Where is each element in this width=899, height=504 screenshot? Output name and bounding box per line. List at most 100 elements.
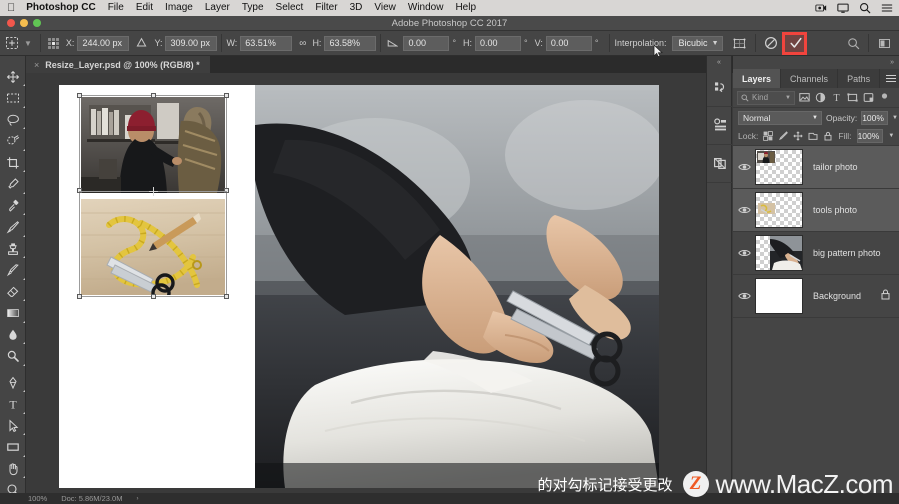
lock-image-pixels-icon[interactable] (778, 130, 789, 142)
filter-adjustment-layers-icon[interactable] (814, 91, 827, 105)
tab-layers[interactable]: Layers (733, 69, 782, 88)
menu-item-image[interactable]: Image (165, 0, 193, 16)
layer-thumbnail-tools[interactable] (755, 192, 803, 228)
lock-artboard-nesting-icon[interactable] (808, 130, 818, 142)
screen-record-icon[interactable] (815, 2, 827, 14)
properties-panel-icon[interactable] (707, 107, 733, 145)
tool-preset-chevron-icon[interactable]: ▼ (24, 39, 32, 48)
blend-mode-select[interactable]: Normal ▼ (738, 110, 822, 125)
filter-kind-select[interactable]: Kind ▼ (737, 90, 795, 105)
dodge-tool[interactable] (0, 346, 26, 368)
lock-transparent-pixels-icon[interactable] (763, 130, 774, 142)
reference-point-locator[interactable] (47, 37, 59, 49)
tab-channels[interactable]: Channels (781, 69, 839, 88)
move-tool-icon[interactable] (0, 31, 24, 56)
apple-logo-icon[interactable]:  (7, 2, 15, 14)
rectangle-tool[interactable] (0, 437, 26, 459)
document-tab-resize-layer[interactable]: × Resize_Layer.psd @ 100% (RGB/8) * (26, 56, 211, 73)
lasso-tool[interactable] (0, 109, 26, 131)
clone-stamp-tool[interactable] (0, 238, 26, 260)
layer-visibility-toggle[interactable] (733, 291, 755, 301)
relative-position-icon[interactable] (136, 37, 147, 50)
crop-tool[interactable] (0, 152, 26, 174)
fill-input[interactable]: 100% (856, 129, 884, 143)
layer-row-big-pattern-photo[interactable]: big pattern photo (733, 232, 899, 275)
notification-center-icon[interactable] (881, 2, 893, 14)
interpolation-select[interactable]: Bicubic ▼ (672, 35, 723, 51)
layer-tailor-photo[interactable] (81, 97, 225, 193)
switch-to-warp-mode-button[interactable] (729, 32, 751, 54)
layer-thumbnail-background[interactable] (755, 278, 803, 314)
menu-item-layer[interactable]: Layer (205, 0, 230, 16)
menu-item-view[interactable]: View (374, 0, 396, 16)
cancel-transform-button[interactable] (760, 32, 782, 54)
layer-tools-photo[interactable] (81, 199, 225, 295)
eraser-tool[interactable] (0, 281, 26, 303)
layer-name-big-pattern-photo[interactable]: big pattern photo (803, 248, 899, 258)
height-input[interactable]: 63.58% (324, 35, 377, 51)
libraries-panel-icon[interactable] (707, 145, 733, 183)
spot-healing-brush-tool[interactable] (0, 195, 26, 217)
menu-item-3d[interactable]: 3D (350, 0, 363, 16)
rectangular-marquee-tool[interactable] (0, 88, 26, 110)
layer-visibility-toggle[interactable] (733, 205, 755, 215)
menu-item-edit[interactable]: Edit (136, 0, 153, 16)
hand-tool[interactable] (0, 458, 26, 480)
maintain-aspect-ratio-icon[interactable]: ∞ (299, 38, 306, 49)
artboard[interactable] (59, 85, 659, 488)
gradient-tool[interactable] (0, 303, 26, 325)
commit-transform-button[interactable] (781, 31, 810, 56)
eyedropper-tool[interactable] (0, 174, 26, 196)
layer-name-tools-photo[interactable]: tools photo (803, 205, 899, 215)
quick-selection-tool[interactable] (0, 131, 26, 153)
menu-item-window[interactable]: Window (408, 0, 444, 16)
menu-item-help[interactable]: Help (455, 0, 476, 16)
spotlight-search-icon[interactable] (859, 2, 871, 14)
menu-item-select[interactable]: Select (276, 0, 304, 16)
history-panel-icon[interactable] (707, 69, 733, 107)
y-position-input[interactable]: 309.00 px (165, 35, 218, 51)
display-icon[interactable] (837, 2, 849, 14)
layer-visibility-toggle[interactable] (733, 248, 755, 258)
layer-name-tailor-photo[interactable]: tailor photo (803, 162, 899, 172)
layer-big-pattern-photo[interactable] (255, 85, 659, 488)
layer-row-background[interactable]: Background (733, 275, 899, 318)
rotation-angle-input[interactable]: 0.00 (403, 35, 450, 51)
width-input[interactable]: 63.51% (240, 35, 293, 51)
layer-row-tailor-photo[interactable]: tailor photo (733, 146, 899, 189)
menu-item-filter[interactable]: Filter (315, 0, 337, 16)
layer-visibility-toggle[interactable] (733, 162, 755, 172)
menu-item-photoshop-cc[interactable]: Photoshop CC (26, 0, 95, 16)
zoom-level[interactable]: 100% (28, 494, 47, 503)
history-brush-tool[interactable] (0, 260, 26, 282)
filter-shape-layers-icon[interactable] (846, 91, 859, 105)
fill-chevron-icon[interactable]: ▼ (888, 133, 894, 139)
path-selection-tool[interactable] (0, 415, 26, 437)
filter-smart-objects-icon[interactable] (862, 91, 875, 105)
canvas-area[interactable] (26, 73, 706, 493)
search-icon[interactable] (842, 32, 864, 54)
expand-panels-icon[interactable]: « (707, 56, 731, 69)
collapse-panel-icon[interactable]: » (733, 56, 899, 69)
close-icon[interactable]: × (34, 60, 39, 70)
opacity-chevron-icon[interactable]: ▼ (892, 115, 898, 121)
x-position-input[interactable]: 244.00 px (77, 35, 130, 51)
layer-thumbnail-tailor[interactable] (755, 149, 803, 185)
blur-tool[interactable] (0, 324, 26, 346)
filter-toggle-icon[interactable] (878, 91, 891, 105)
filter-pixel-layers-icon[interactable] (798, 91, 811, 105)
filter-type-layers-icon[interactable]: T (830, 91, 843, 105)
opacity-input[interactable]: 100% (861, 110, 888, 125)
layer-name-background[interactable]: Background (803, 291, 881, 301)
layer-thumbnail-big-pattern[interactable] (755, 235, 803, 271)
horizontal-type-tool[interactable]: T (0, 394, 26, 416)
panel-menu-icon[interactable] (880, 69, 899, 88)
move-tool[interactable] (0, 66, 26, 88)
brush-tool[interactable] (0, 217, 26, 239)
layer-row-tools-photo[interactable]: tools photo (733, 189, 899, 232)
status-expand-icon[interactable]: › (136, 496, 138, 502)
skew-vertical-input[interactable]: 0.00 (545, 35, 592, 51)
menu-item-type[interactable]: Type (242, 0, 264, 16)
skew-horizontal-input[interactable]: 0.00 (475, 35, 522, 51)
lock-position-icon[interactable] (793, 130, 803, 142)
